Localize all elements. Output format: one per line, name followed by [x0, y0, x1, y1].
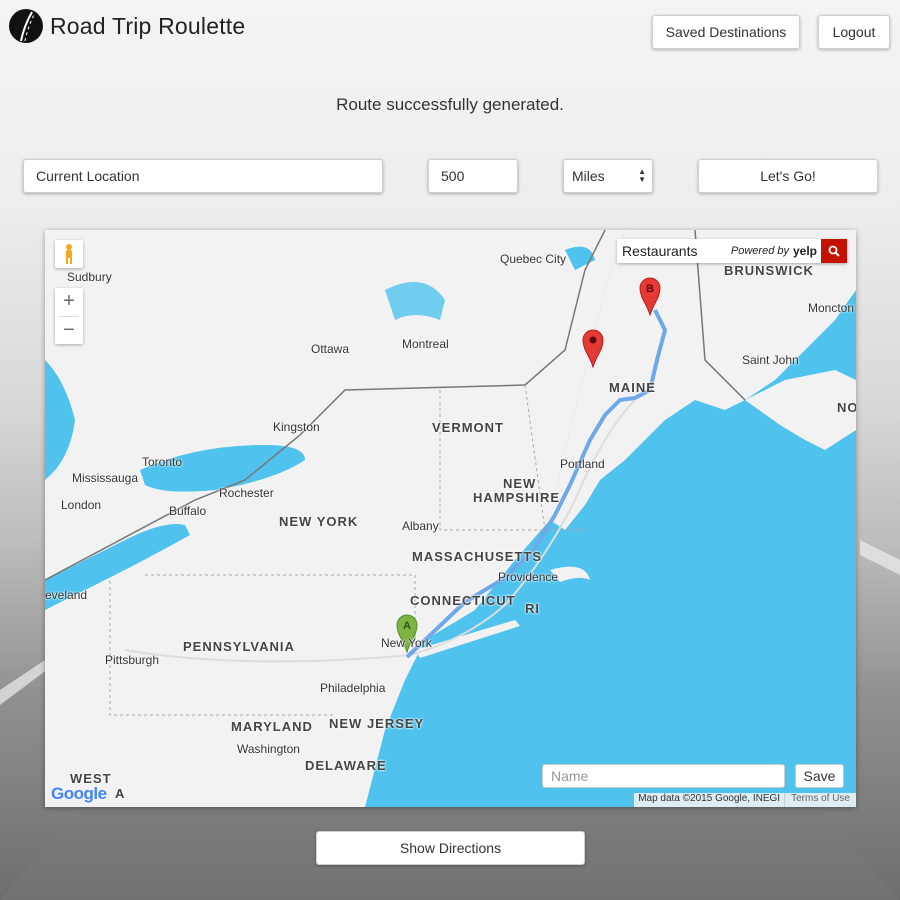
end-marker-label: B: [646, 283, 654, 295]
place-label: Ottawa: [311, 342, 350, 356]
place-label: Pittsburgh: [105, 653, 160, 667]
region-label: NO: [837, 400, 856, 415]
zoom-control[interactable]: + −: [55, 288, 83, 344]
region-label: NEW YORK: [279, 514, 359, 529]
place-label: Washington: [237, 742, 300, 756]
yelp-search-input[interactable]: Restaurants: [617, 243, 731, 259]
map[interactable]: + − Restaurants Powered by yelp A B Sudb…: [45, 230, 856, 807]
place-label: Montreal: [402, 337, 449, 351]
place-label: Buffalo: [169, 504, 207, 518]
region-label: RI: [525, 601, 540, 616]
place-label: Quebec City: [500, 252, 567, 266]
place-label: Providence: [498, 570, 559, 584]
map-attribution: Map data ©2015 Google, INEGI Terms of Us…: [634, 793, 856, 807]
place-label: Rochester: [219, 486, 274, 500]
google-logo-text: Google: [51, 784, 107, 803]
select-arrows-icon: ▲ ▼: [638, 167, 646, 184]
lets-go-button[interactable]: Let's Go!: [698, 159, 878, 193]
place-label: Saint John: [742, 353, 799, 367]
place-label: London: [61, 498, 102, 512]
terms-of-use-link[interactable]: Terms of Use: [784, 793, 856, 807]
powered-by-label: Powered by: [730, 245, 789, 257]
end-marker-icon[interactable]: B: [639, 276, 661, 316]
region-label: MAINE: [609, 380, 656, 395]
region-label: BRUNSWICK: [724, 263, 814, 278]
place-label: Portland: [560, 457, 605, 471]
location-input[interactable]: Current Location: [23, 159, 383, 193]
place-label: Philadelphia: [320, 681, 386, 695]
region-label: MARYLAND: [231, 719, 313, 734]
search-icon[interactable]: [821, 239, 847, 263]
map-base: [45, 230, 856, 807]
place-label: Albany: [402, 519, 439, 533]
street-view-pegman-icon[interactable]: [55, 240, 83, 268]
yelp-search[interactable]: Restaurants Powered by yelp: [617, 239, 847, 263]
region-label: DELAWARE: [305, 758, 387, 773]
region-label: NEW: [503, 476, 537, 491]
place-label: Mississauga: [72, 471, 139, 485]
region-label: A: [115, 786, 126, 801]
zoom-out-button[interactable]: −: [55, 317, 83, 345]
region-label: HAMPSHIRE: [473, 490, 561, 505]
region-label: MASSACHUSETTS: [412, 549, 543, 564]
place-label: Toronto: [142, 455, 183, 469]
app-title: Road Trip Roulette: [50, 12, 246, 39]
brand[interactable]: Road Trip Roulette: [8, 8, 245, 44]
unit-select-value: Miles: [572, 168, 605, 184]
logout-button[interactable]: Logout: [818, 15, 890, 49]
show-directions-button[interactable]: Show Directions: [316, 831, 585, 865]
distance-input[interactable]: 500: [428, 159, 518, 193]
save-destination-button[interactable]: Save: [795, 764, 844, 788]
google-logo[interactable]: Google: [51, 784, 107, 804]
region-label: PENNSYLVANIA: [183, 639, 295, 654]
status-message: Route successfully generated.: [336, 95, 564, 114]
place-label: Sudbury: [67, 270, 112, 284]
region-label: VERMONT: [432, 420, 504, 435]
road-logo-icon: [9, 9, 43, 43]
saved-destinations-button[interactable]: Saved Destinations: [652, 15, 800, 49]
place-label: Moncton: [808, 301, 855, 315]
unit-select[interactable]: Miles ▲ ▼: [563, 159, 653, 193]
region-label: CONNECTICUT: [410, 593, 516, 608]
waypoint-marker-icon[interactable]: [582, 328, 604, 368]
destination-name-input[interactable]: Name: [542, 764, 785, 788]
place-label: eveland: [45, 588, 88, 602]
place-label: Kingston: [273, 420, 320, 434]
start-marker-label: A: [403, 620, 411, 632]
map-data-text: Map data ©2015 Google, INEGI: [634, 793, 785, 807]
zoom-in-button[interactable]: +: [55, 288, 83, 316]
yelp-logo-label: yelp: [792, 244, 817, 258]
region-label: NEW JERSEY: [329, 716, 425, 731]
place-label: New York: [381, 636, 432, 650]
